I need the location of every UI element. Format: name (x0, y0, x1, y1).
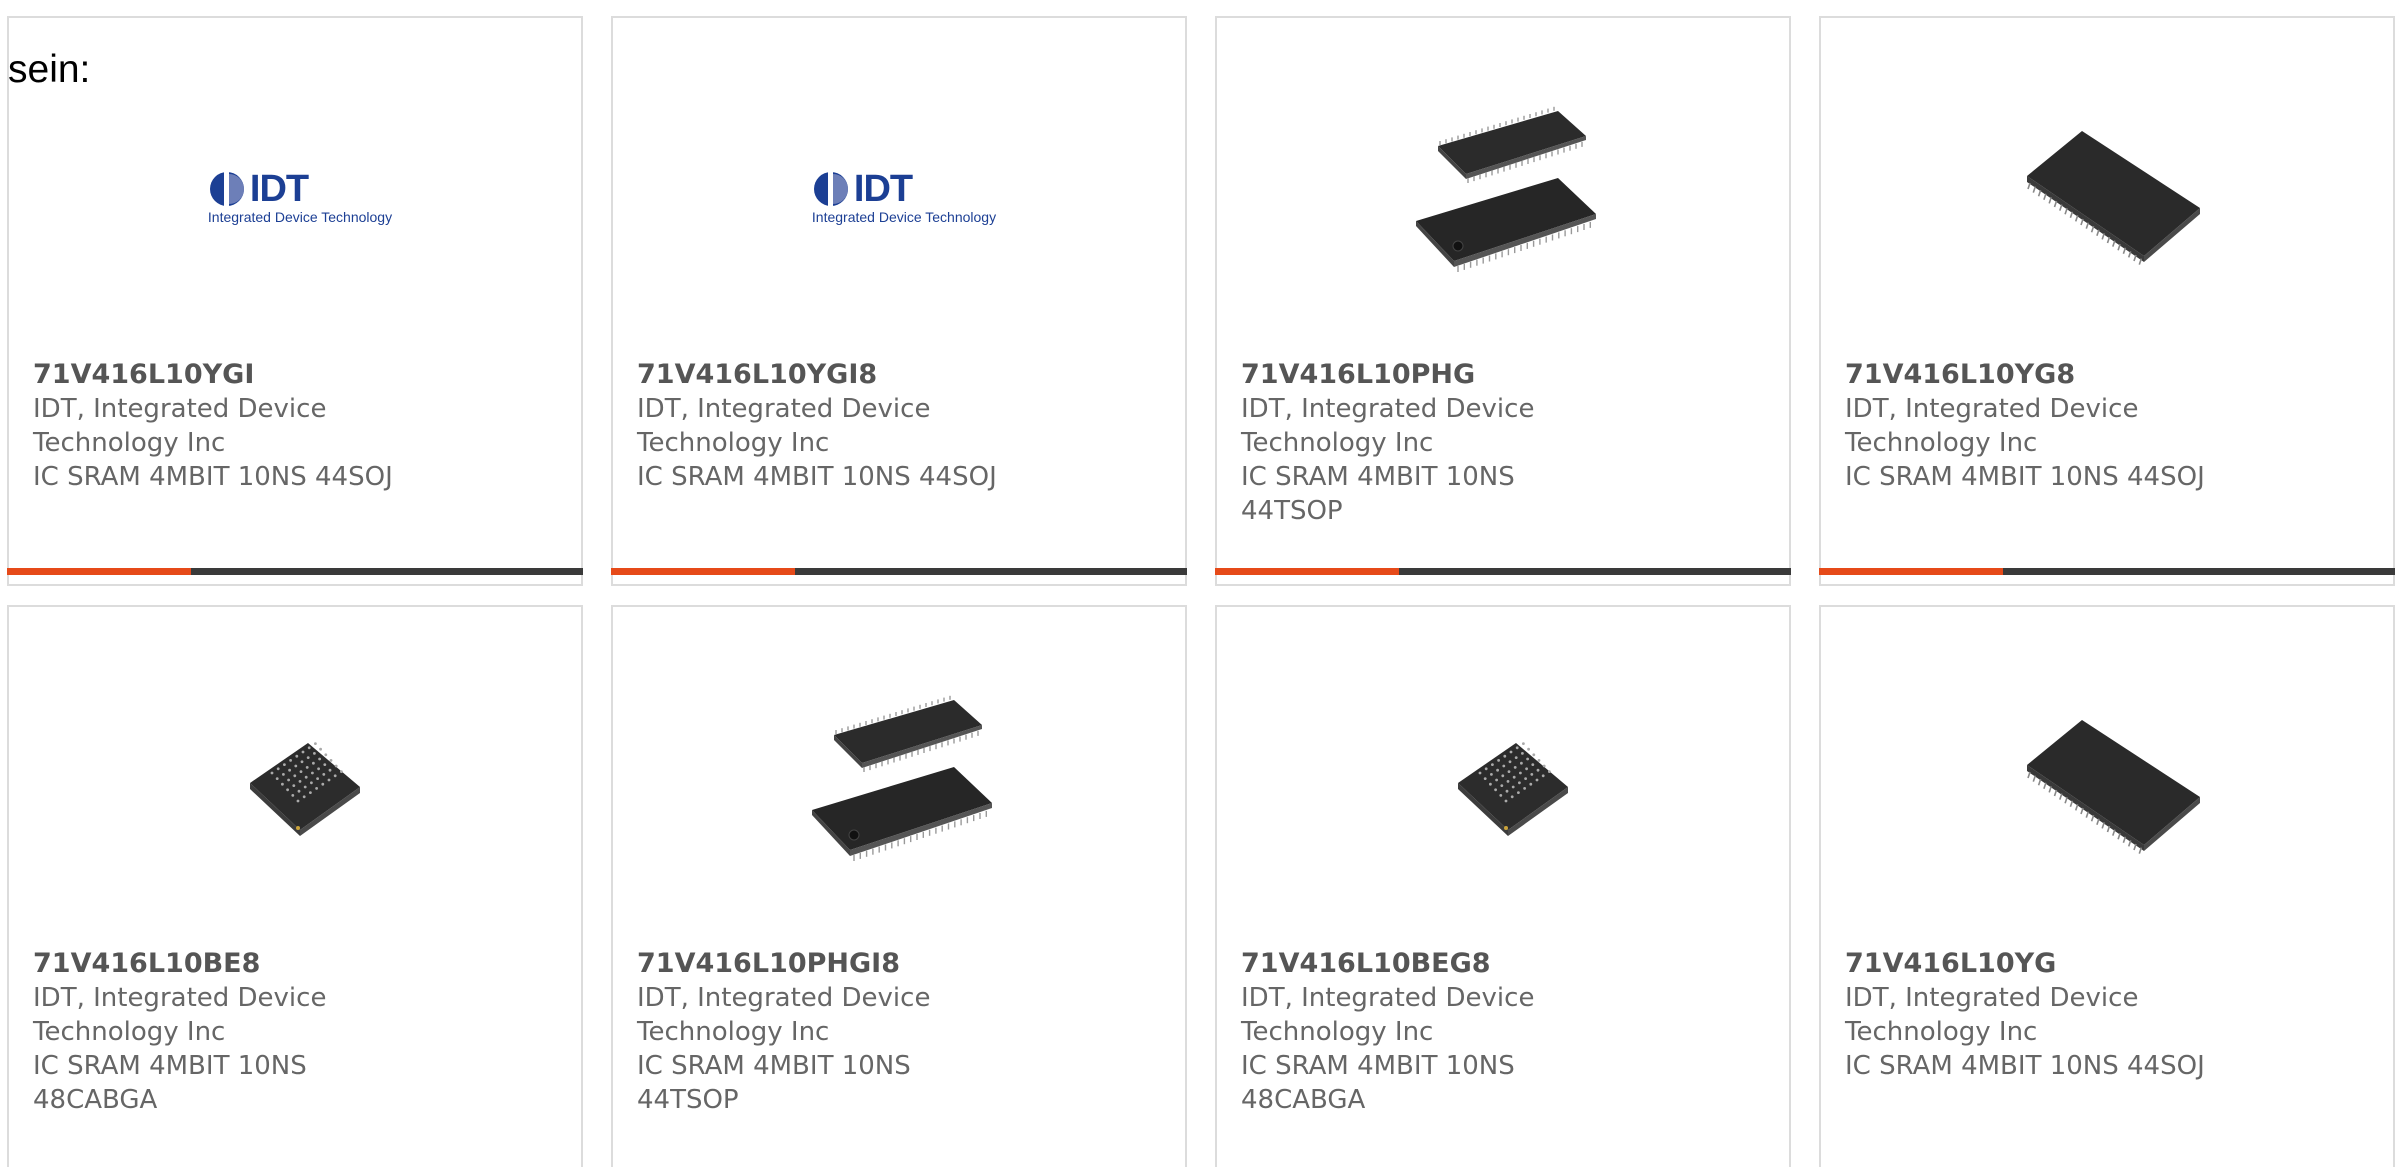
product-card[interactable]: 71V416L10YG IDT, Integrated Device Techn… (1819, 605, 2395, 1167)
description: IC SRAM 4MBIT 10NS 44SOJ (33, 462, 393, 492)
product-card[interactable]: IDT Integrated Device Technology 71V416L… (611, 16, 1187, 586)
manufacturer: IDT, Integrated Device Technology Inc (637, 983, 931, 1047)
part-number[interactable]: 71V416L10YG8 (1845, 358, 2205, 392)
tsop-chip-icon (1416, 106, 1596, 272)
idt-logo: IDT Integrated Device Technology (812, 168, 996, 225)
bga-chip-icon (1458, 742, 1568, 836)
part-number[interactable]: 71V416L10PHG (1241, 358, 1601, 392)
product-info: 71V416L10YG IDT, Integrated Device Techn… (1845, 947, 2205, 1083)
description: IC SRAM 4MBIT 10NS 44SOJ (1845, 462, 2205, 492)
card-accent-bar (1819, 568, 2003, 575)
part-number[interactable]: 71V416L10PHGI8 (637, 947, 997, 981)
intro-text: sein: (8, 48, 91, 91)
part-number[interactable]: 71V416L10YG (1845, 947, 2205, 981)
idt-logo-subtitle: Integrated Device Technology (207, 208, 393, 225)
manufacturer: IDT, Integrated Device Technology Inc (1845, 394, 2139, 458)
description: IC SRAM 4MBIT 10NS 48CABGA (33, 1051, 307, 1115)
part-number[interactable]: 71V416L10BE8 (33, 947, 393, 981)
product-grid-page: sein: IDT Integrated Device Technology 7… (0, 0, 2400, 1167)
description: IC SRAM 4MBIT 10NS 44TSOP (637, 1051, 911, 1115)
card-bottom-bar (611, 568, 1187, 575)
part-number[interactable]: 71V416L10YGI8 (637, 358, 997, 392)
product-image[interactable] (1408, 685, 1608, 885)
soj-chip-icon (2027, 720, 2200, 854)
card-accent-bar (1215, 568, 1399, 575)
product-card[interactable]: 71V416L10BEG8 IDT, Integrated Device Tec… (1215, 605, 1791, 1167)
description: IC SRAM 4MBIT 10NS 44SOJ (637, 462, 997, 492)
manufacturer: IDT, Integrated Device Technology Inc (1241, 394, 1535, 458)
product-card[interactable]: 71V416L10PHGI8 IDT, Integrated Device Te… (611, 605, 1187, 1167)
description: IC SRAM 4MBIT 10NS 44SOJ (1845, 1051, 2205, 1081)
description: IC SRAM 4MBIT 10NS 44TSOP (1241, 462, 1515, 526)
soj-chip-icon (2027, 131, 2200, 265)
product-info: 71V416L10BEG8 IDT, Integrated Device Tec… (1241, 947, 1601, 1117)
product-image[interactable] (2012, 685, 2212, 885)
product-card[interactable]: 71V416L10BE8 IDT, Integrated Device Tech… (7, 605, 583, 1167)
product-image[interactable] (1408, 96, 1608, 296)
manufacturer: IDT, Integrated Device Technology Inc (33, 983, 327, 1047)
product-card[interactable]: IDT Integrated Device Technology 71V416L… (7, 16, 583, 586)
part-number[interactable]: 71V416L10BEG8 (1241, 947, 1601, 981)
idt-logo-text: IDT (249, 167, 309, 210)
product-image[interactable] (804, 685, 1004, 885)
product-info: 71V416L10YG8 IDT, Integrated Device Tech… (1845, 358, 2205, 494)
product-image[interactable]: IDT Integrated Device Technology (200, 96, 400, 296)
card-accent-bar (7, 568, 191, 575)
product-info: 71V416L10BE8 IDT, Integrated Device Tech… (33, 947, 393, 1117)
manufacturer: IDT, Integrated Device Technology Inc (637, 394, 931, 458)
idt-logo-mark-icon (813, 172, 848, 206)
card-accent-bar (611, 568, 795, 575)
card-bottom-bar (1215, 568, 1791, 575)
idt-logo-text: IDT (853, 167, 913, 210)
manufacturer: IDT, Integrated Device Technology Inc (33, 394, 327, 458)
product-info: 71V416L10YGI IDT, Integrated Device Tech… (33, 358, 393, 494)
product-image[interactable] (2012, 96, 2212, 296)
product-image[interactable]: IDT Integrated Device Technology (804, 96, 1004, 296)
product-card[interactable]: 71V416L10YG8 IDT, Integrated Device Tech… (1819, 16, 2395, 586)
product-info: 71V416L10PHG IDT, Integrated Device Tech… (1241, 358, 1601, 528)
manufacturer: IDT, Integrated Device Technology Inc (1241, 983, 1535, 1047)
manufacturer: IDT, Integrated Device Technology Inc (1845, 983, 2139, 1047)
product-image[interactable] (200, 685, 400, 885)
tsop-chip-icon (812, 695, 992, 861)
card-bottom-bar (7, 568, 583, 575)
idt-logo-mark-icon (209, 172, 244, 206)
product-info: 71V416L10YGI8 IDT, Integrated Device Tec… (637, 358, 997, 494)
product-info: 71V416L10PHGI8 IDT, Integrated Device Te… (637, 947, 997, 1117)
bga-chip-icon (250, 742, 360, 836)
product-card[interactable]: 71V416L10PHG IDT, Integrated Device Tech… (1215, 16, 1791, 586)
card-bottom-bar (1819, 568, 2395, 575)
part-number[interactable]: 71V416L10YGI (33, 358, 393, 392)
description: IC SRAM 4MBIT 10NS 48CABGA (1241, 1051, 1515, 1115)
idt-logo: IDT Integrated Device Technology (208, 168, 392, 225)
idt-logo-subtitle: Integrated Device Technology (811, 208, 997, 225)
